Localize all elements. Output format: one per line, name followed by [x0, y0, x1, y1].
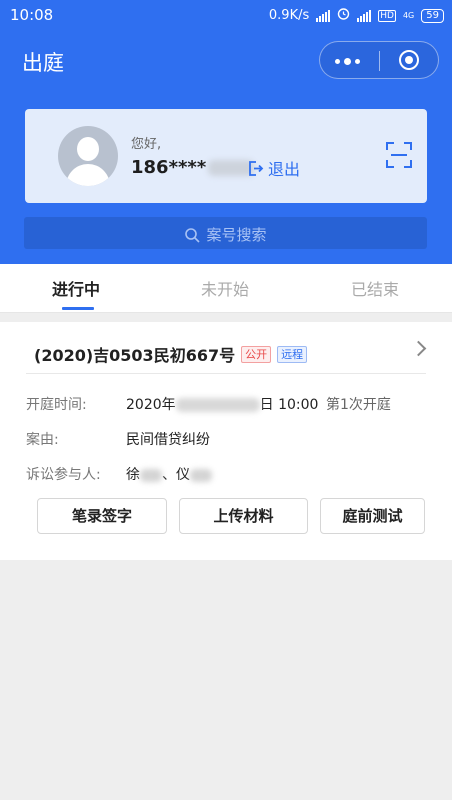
battery-icon: 59: [421, 8, 444, 23]
logout-label: 退出: [268, 160, 301, 179]
badge-remote: 远程: [277, 345, 308, 363]
hearing-time-value: 2020年 日 10:00: [126, 394, 318, 414]
tab-ended[interactable]: 已结束: [325, 276, 425, 300]
alarm-icon: [337, 7, 350, 24]
person-avatar-icon: [58, 126, 118, 186]
case-card[interactable]: (2020)吉0503民初667号 公开 远程 开庭时间: 2020年 日 10:…: [0, 322, 452, 560]
party-1: 徐: [126, 467, 140, 483]
status-bar: 10:08 0.9K/s HD 4G 59: [0, 0, 452, 32]
hearing-time-label: 开庭时间:: [26, 397, 87, 413]
greeting-text: 您好,: [131, 137, 162, 152]
status-time: 10:08: [10, 6, 54, 24]
hearing-time-suffix: 日 10:00: [259, 397, 319, 413]
tab-not-started[interactable]: 未开始: [175, 276, 275, 300]
search-bar[interactable]: 案号搜索: [24, 217, 427, 249]
phone-number: 186****: [131, 157, 255, 178]
session-label: 第1次开庭: [326, 397, 391, 413]
tab-in-progress[interactable]: 进行中: [26, 276, 126, 300]
search-placeholder: 案号搜索: [206, 226, 267, 244]
miniprogram-capsule: [319, 41, 439, 79]
more-dots-icon[interactable]: [335, 58, 360, 65]
cause-value: 民间借贷纠纷: [126, 432, 210, 448]
parties-label: 诉讼参与人:: [26, 467, 101, 483]
sign-record-button[interactable]: 笔录签字: [37, 498, 167, 534]
badge-public: 公开: [241, 345, 272, 363]
network-speed: 0.9K/s: [268, 8, 310, 23]
tab-indicator: [62, 307, 94, 310]
status-tabs: 进行中 未开始 已结束: [0, 264, 452, 313]
capsule-divider: [379, 51, 380, 71]
scan-icon[interactable]: [386, 142, 412, 168]
logout-icon: [249, 160, 264, 176]
network-type: 4G: [402, 11, 415, 20]
name-redaction: [140, 468, 162, 482]
hearing-time-prefix: 2020年: [126, 397, 176, 413]
hd-icon: HD: [378, 9, 396, 22]
divider: [26, 373, 426, 374]
signal-icon: [316, 9, 331, 22]
search-icon: [185, 227, 201, 243]
logout-button[interactable]: 退出: [247, 156, 300, 180]
chevron-right-icon[interactable]: [410, 340, 427, 357]
pretrial-test-button[interactable]: 庭前测试: [320, 498, 425, 534]
signal-icon-2: [357, 9, 372, 22]
status-icons: 0.9K/s HD 4G 59: [269, 7, 444, 24]
parties-value: 徐 、仪: [126, 464, 212, 484]
case-number: (2020)吉0503民初667号: [34, 346, 236, 365]
party-separator: 、: [162, 467, 176, 483]
page-title: 出庭: [22, 51, 64, 75]
party-2: 仪: [176, 467, 190, 483]
phone-prefix: 186****: [131, 157, 207, 178]
cause-label: 案由:: [26, 432, 59, 448]
case-title-row: (2020)吉0503民初667号 公开 远程: [34, 342, 308, 366]
date-redaction: [175, 398, 260, 412]
upload-materials-button[interactable]: 上传材料: [179, 498, 308, 534]
target-close-icon[interactable]: [399, 50, 419, 70]
name-redaction: [190, 468, 212, 482]
user-card: 您好, 186**** 退出: [25, 109, 427, 203]
